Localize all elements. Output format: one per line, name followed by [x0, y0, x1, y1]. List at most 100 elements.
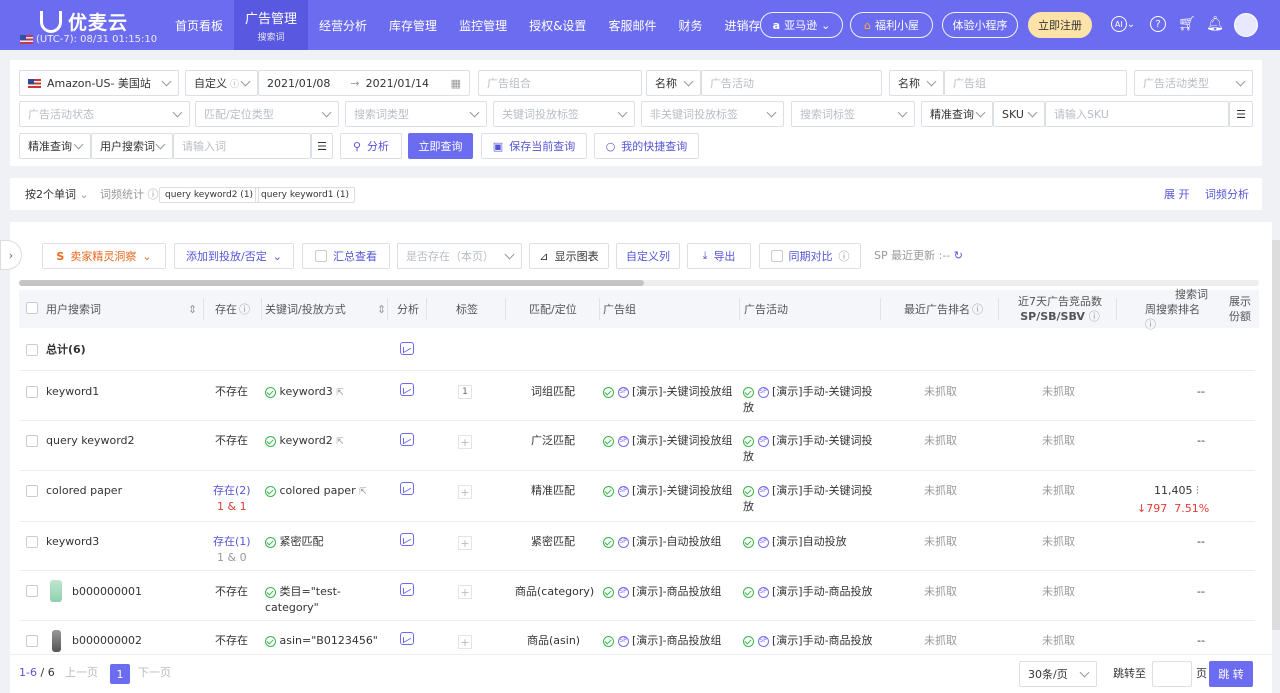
avatar[interactable] — [1234, 13, 1258, 37]
nav-business-analysis[interactable]: 经营分析 — [308, 0, 378, 50]
summary-checkbox[interactable]: 汇总查看 — [302, 243, 390, 269]
help-icon[interactable]: ? — [1148, 14, 1168, 34]
nav-finance[interactable]: 财务 — [667, 0, 713, 50]
total-checkbox[interactable] — [26, 344, 38, 356]
horizontal-scrollbar[interactable] — [19, 280, 1259, 286]
add-tag-button[interactable]: + — [458, 635, 472, 649]
nav-dashboard[interactable]: 首页看板 — [164, 0, 234, 50]
product-thumbnail[interactable] — [50, 580, 62, 602]
campaign-cell[interactable]: SP [演示]手动-商品投放 — [743, 584, 873, 600]
sku-bulk-button[interactable]: ☰ — [1229, 101, 1253, 127]
row-checkbox[interactable] — [26, 435, 38, 447]
tag-count[interactable]: 1 — [458, 385, 472, 399]
campaign-type-select[interactable]: 广告活动类型 — [1134, 70, 1253, 96]
trend-chart-icon[interactable] — [400, 342, 414, 355]
quick-query-button[interactable]: ○ 我的快捷查询 — [594, 133, 699, 159]
adgroup-cell[interactable]: SP [演示]-商品投放组 — [603, 633, 722, 649]
add-tag-button[interactable]: + — [458, 585, 472, 599]
trend-chart-icon[interactable] — [400, 632, 414, 645]
scrollbar-thumb[interactable] — [19, 280, 644, 286]
col-user-search-term[interactable]: 用户搜索词 ⇕ — [46, 290, 197, 328]
word-analysis-button[interactable]: 词频分析 — [1200, 183, 1254, 205]
sku-field-select[interactable]: SKU — [993, 101, 1045, 127]
nav-inventory[interactable]: 库存管理 — [378, 0, 448, 50]
compare-checkbox[interactable]: 同期对比 ⓘ — [759, 243, 861, 269]
next-page-button[interactable]: 下一页 — [138, 665, 171, 681]
nav-monitoring[interactable]: 监控管理 — [448, 0, 518, 50]
campaign-cell[interactable]: SP [演示]手动-关键词投放 — [743, 433, 877, 465]
expand-link[interactable]: 展 开 — [1164, 187, 1190, 203]
rank-trend-icon[interactable]: ⫶ — [1196, 484, 1199, 497]
bell-icon[interactable]: 🔔︎ — [1205, 14, 1225, 34]
adgroup-cell[interactable]: SP [演示]-关键词投放组 — [603, 433, 733, 449]
exist-filter-select[interactable]: 是否存在（本页） — [397, 243, 522, 269]
row-checkbox[interactable] — [26, 536, 38, 548]
page-number-current[interactable]: 1 — [110, 664, 130, 684]
campaign-status-select[interactable]: 广告活动状态 — [19, 101, 190, 127]
campaign-cell[interactable]: SP [演示]手动-关键词投放 — [743, 483, 877, 515]
search-term-type-select[interactable]: 搜索词类型 — [345, 101, 487, 127]
search-term-tag-select[interactable]: 搜索词标签 — [791, 101, 915, 127]
campaign-field-select[interactable]: 名称 — [646, 70, 701, 96]
add-tag-button[interactable]: + — [458, 536, 472, 550]
welfare-button[interactable]: ⌂ 福利小屋 — [850, 12, 933, 38]
keyword-tag-select[interactable]: 关键词投放标签 — [493, 101, 635, 127]
platform-select[interactable]: a 亚马逊 ⌄ — [760, 12, 843, 38]
campaign-cell[interactable]: SP [演示]手动-商品投放 — [743, 633, 873, 649]
non-keyword-tag-select[interactable]: 非关键词投放标签 — [641, 101, 784, 127]
nav-ad-management[interactable]: 广告管理 搜索词 — [234, 0, 309, 50]
ai-icon[interactable]: AI ⌄ — [1108, 14, 1138, 34]
nav-customer-email[interactable]: 客服邮件 — [597, 0, 667, 50]
miniapp-button[interactable]: 体验小程序 — [942, 12, 1018, 38]
save-query-button[interactable]: ▣ 保存当前查询 — [481, 133, 587, 159]
freq-tag[interactable]: query keyword2 (1) — [159, 187, 260, 203]
trend-chart-icon[interactable] — [400, 383, 414, 396]
word-input[interactable]: 请输入词 — [173, 133, 311, 159]
trend-chart-icon[interactable] — [400, 482, 414, 495]
date-range-picker[interactable]: 2021/01/08 → 2021/01/14 ▦ — [258, 70, 470, 96]
row-checkbox[interactable] — [26, 585, 38, 597]
cart-icon[interactable]: 🛒︎ — [1177, 14, 1197, 34]
select-all-checkbox[interactable] — [26, 302, 38, 314]
register-button[interactable]: 立即注册 — [1028, 12, 1092, 38]
user-search-field-select[interactable]: 用户搜索词 — [91, 133, 173, 159]
add-to-targeting-button[interactable]: 添加到投放/否定 ⌄ — [174, 243, 294, 269]
trend-chart-icon[interactable] — [400, 583, 414, 596]
trend-chart-icon[interactable] — [400, 433, 414, 446]
adgroup-cell[interactable]: SP [演示]-关键词投放组 — [603, 384, 733, 400]
vertical-scrollbar[interactable] — [1272, 240, 1280, 630]
export-button[interactable]: ⤓ 导出 — [687, 243, 751, 269]
exist-link[interactable]: 存在(2) — [213, 483, 251, 499]
logo[interactable]: 优麦云 — [40, 8, 128, 35]
adgroup-cell[interactable]: SP [演示]-关键词投放组 — [603, 483, 733, 499]
sku-input[interactable]: 请输入SKU — [1045, 101, 1229, 127]
adgroup-cell[interactable]: SP [演示]-自动投放组 — [603, 534, 722, 550]
site-select[interactable]: Amazon-US- 美国站 — [19, 70, 179, 96]
match-type-select[interactable]: 匹配/定位类型 — [195, 101, 339, 127]
exact-query-select-2[interactable]: 精准查询 — [19, 133, 91, 159]
adgroup-input[interactable]: 广告组 — [944, 70, 1127, 96]
trend-chart-icon[interactable] — [400, 533, 414, 546]
prev-page-button[interactable]: 上一页 — [65, 665, 98, 681]
ad-portfolio-select[interactable]: 广告组合 — [478, 70, 642, 96]
goto-button[interactable]: 跳 转 — [1209, 661, 1253, 687]
show-chart-button[interactable]: ⊿ 显示图表 — [529, 243, 609, 269]
page-size-select[interactable]: 30条/页 — [1019, 661, 1097, 687]
goto-page-input[interactable] — [1152, 661, 1192, 687]
seller-spirit-button[interactable]: S 卖家精灵洞察 ⌄ — [42, 243, 166, 269]
exist-link[interactable]: 存在(1) — [213, 534, 251, 550]
word-bulk-button[interactable]: ☰ — [311, 133, 333, 159]
add-tag-button[interactable]: + — [458, 435, 472, 449]
row-checkbox[interactable] — [26, 635, 38, 647]
campaign-input[interactable]: 广告活动 — [701, 70, 882, 96]
row-checkbox[interactable] — [26, 386, 38, 398]
row-checkbox[interactable] — [26, 485, 38, 497]
query-button[interactable]: 立即查询 — [408, 133, 473, 159]
campaign-cell[interactable]: SP [演示]自动投放 — [743, 534, 847, 550]
product-thumbnail[interactable] — [52, 630, 61, 652]
adgroup-cell[interactable]: SP [演示]-商品投放组 — [603, 584, 722, 600]
col-keyword[interactable]: 关键词/投放方式 ⇕ — [265, 290, 386, 328]
exact-query-select-1[interactable]: 精准查询 — [921, 101, 993, 127]
adgroup-field-select[interactable]: 名称 — [889, 70, 944, 96]
date-mode-select[interactable]: 自定义 ⓘ — [185, 70, 258, 96]
